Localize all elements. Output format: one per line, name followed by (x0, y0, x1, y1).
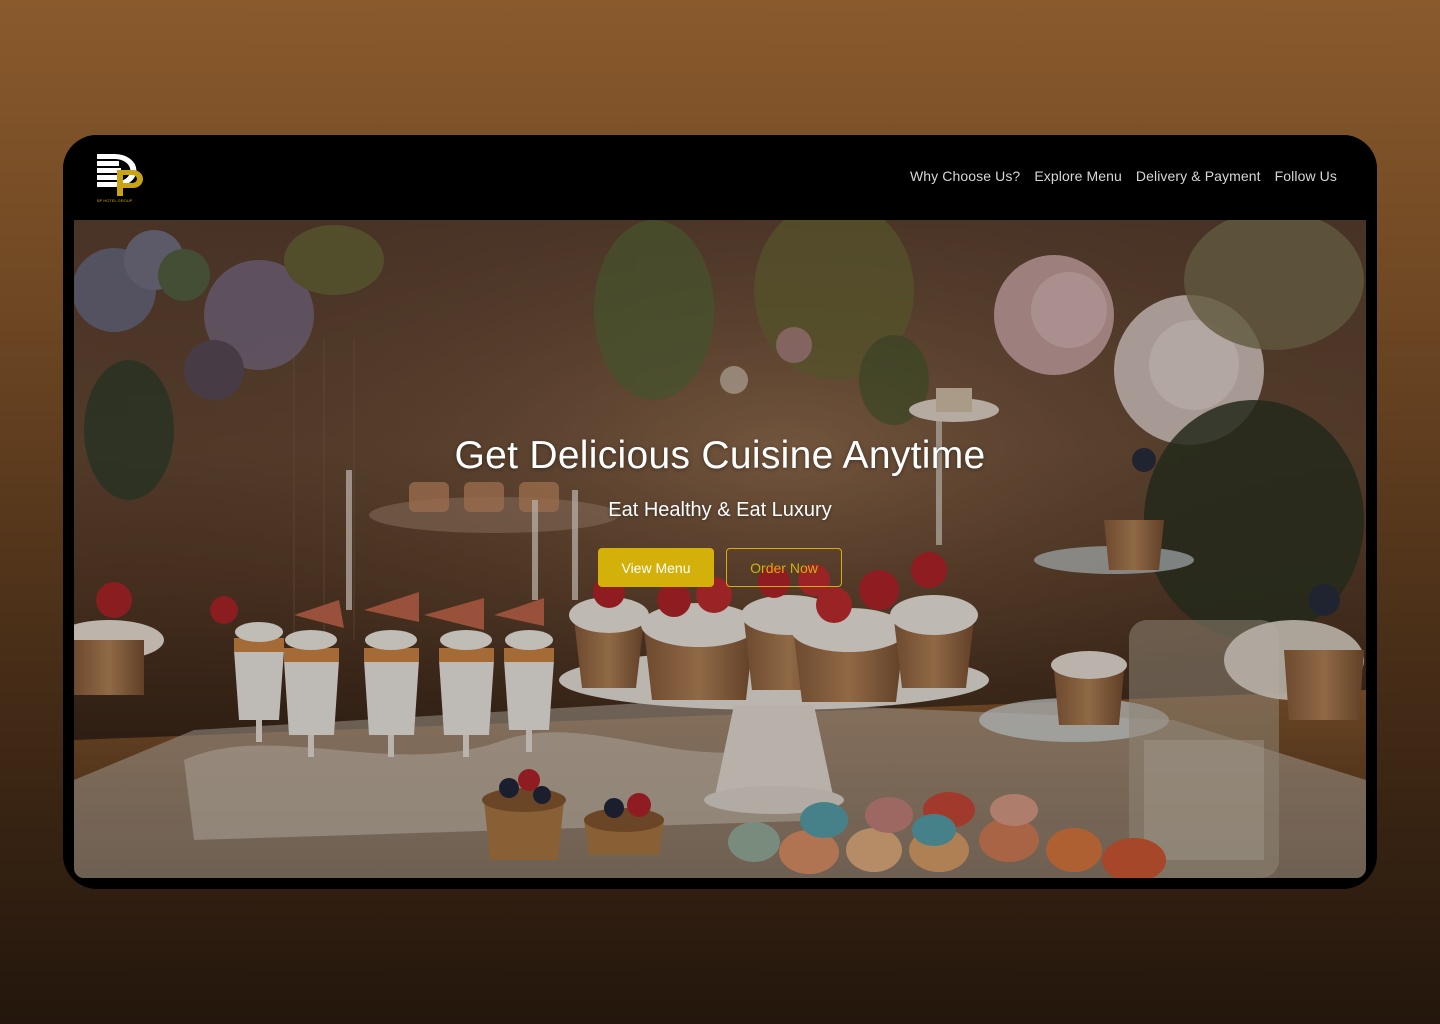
hero-overlay (74, 220, 1366, 878)
hero-subtitle: Eat Healthy & Eat Luxury (608, 499, 832, 521)
logo-wordmark: BP HOTEL GROUP (97, 198, 133, 203)
nav-follow-us[interactable]: Follow Us (1275, 166, 1337, 186)
browser-frame: BP HOTEL GROUP Why Choose Us? Explore Me… (63, 135, 1377, 889)
hero-title: Get Delicious Cuisine Anytime (454, 434, 986, 477)
nav-explore-menu[interactable]: Explore Menu (1034, 166, 1122, 186)
nav-why-choose-us[interactable]: Why Choose Us? (910, 166, 1020, 186)
navbar: BP HOTEL GROUP Why Choose Us? Explore Me… (63, 135, 1377, 220)
bp-logo[interactable]: BP HOTEL GROUP (97, 152, 149, 204)
hero-section: Get Delicious Cuisine Anytime Eat Health… (74, 220, 1366, 878)
main-nav: Why Choose Us? Explore Menu Delivery & P… (910, 166, 1337, 186)
view-menu-button[interactable]: View Menu (598, 548, 714, 587)
order-now-button[interactable]: Order Now (726, 548, 842, 587)
nav-delivery-payment[interactable]: Delivery & Payment (1136, 166, 1261, 186)
